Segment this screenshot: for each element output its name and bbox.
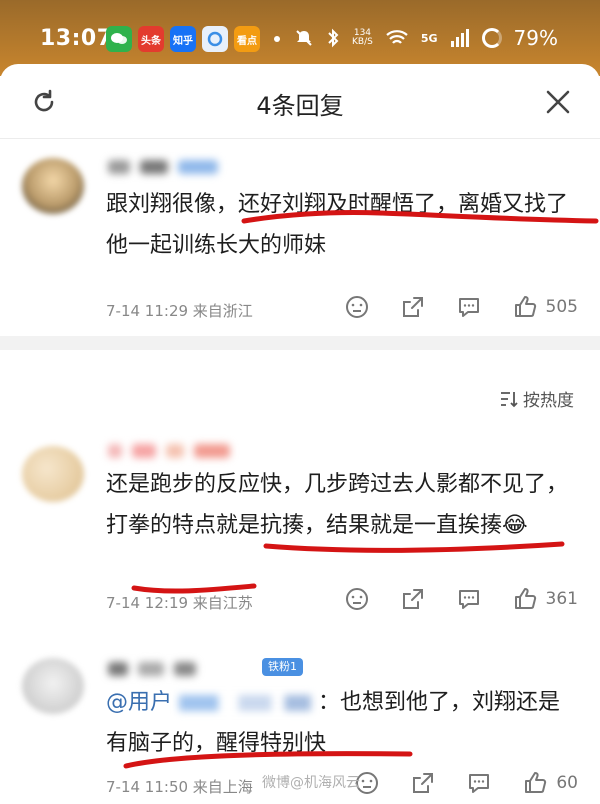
comment-item: 跟刘翔很像，还好刘翔及时醒悟了，离婚又找了他一起训练长大的师妹 7-14 11:… (0, 138, 600, 338)
comment-date: 7-14 11:50 来自上海 (106, 778, 253, 796)
like-icon[interactable] (512, 294, 538, 320)
fan-badge: 铁粉1 (262, 658, 303, 676)
wifi-icon (386, 30, 408, 44)
replies-sheet: 4条回复 跟刘翔很像，还好刘翔及时醒悟了，离婚又找了他一起训练长大的师妹 7-1… (0, 64, 600, 800)
sheet-title: 4条回复 (256, 92, 344, 120)
status-time: 13:07 (40, 26, 113, 51)
like-count: 361 (545, 589, 578, 609)
more-notifications-dot (274, 36, 280, 42)
comment-meta: 7-14 11:29 来自浙江 505 (106, 294, 578, 324)
sort-label: 按热度 (523, 391, 574, 411)
username-blurred[interactable] (108, 658, 196, 680)
avatar[interactable] (22, 158, 84, 214)
comment-text: @用户 ：也想到他了，刘翔还是有脑子的，醒得特别快 (106, 682, 576, 764)
share-icon[interactable] (400, 586, 426, 612)
close-icon[interactable] (544, 88, 572, 116)
emoji-icon[interactable] (344, 294, 370, 320)
comment-icon[interactable] (456, 294, 482, 320)
comment-text: 跟刘翔很像，还好刘翔及时醒悟了，离婚又找了他一起训练长大的师妹 (106, 192, 569, 258)
comment-date: 7-14 11:29 来自浙江 (106, 302, 253, 320)
toutiao-app-icon: 头条 (138, 26, 164, 52)
network-speed: 134 KB/S (352, 28, 373, 47)
blurred-mention-name (179, 695, 312, 711)
username-blurred[interactable] (108, 440, 230, 462)
mention-link[interactable]: @用户 (106, 690, 172, 715)
reply-text: ：也想到他了，刘翔还是有脑子的，醒得特别快 (106, 690, 561, 756)
watermark: 微博@机海风云 (262, 775, 360, 791)
emoji-icon[interactable] (344, 586, 370, 612)
like-icon[interactable] (512, 586, 538, 612)
battery-level: 79% (513, 26, 558, 50)
comment-date: 7-14 12:19 来自江苏 (106, 594, 253, 612)
sort-by-hot-button[interactable]: 按热度 (499, 386, 574, 411)
avatar[interactable] (22, 658, 84, 714)
like-count: 505 (545, 297, 578, 317)
avatar[interactable] (22, 446, 84, 502)
section-divider (0, 336, 600, 350)
share-icon[interactable] (400, 294, 426, 320)
signal-type: 5G (420, 31, 438, 45)
username-blurred[interactable] (108, 156, 218, 178)
comment-text: 还是跑步的反应快，几步跨过去人影都不见了，打拳的特点就是抗揍，结果就是一直挨揍😂 (106, 472, 569, 538)
news-app-icon: 看点 (234, 26, 260, 52)
comment-meta: 7-14 12:19 来自江苏 361 (106, 586, 578, 616)
mute-icon (296, 30, 312, 46)
zhihu-app-icon: 知乎 (170, 26, 196, 52)
bluetooth-icon (328, 28, 339, 48)
battery-icon (481, 28, 502, 48)
like-icon[interactable] (522, 770, 548, 796)
status-indicators: 134 KB/S 5G 79% (294, 26, 558, 50)
comment-item: 还是跑步的反应快，几步跨过去人影都不见了，打拳的特点就是抗揍，结果就是一直挨揍😂… (0, 434, 600, 634)
wechat-app-icon (106, 26, 132, 52)
share-icon[interactable] (410, 770, 436, 796)
notification-app-icons: 头条 知乎 看点 (106, 26, 280, 52)
comment-icon[interactable] (466, 770, 492, 796)
sort-icon (501, 391, 518, 407)
sheet-header: 4条回复 (0, 64, 600, 139)
browser-app-icon (202, 26, 228, 52)
signal-bars-icon (450, 29, 469, 47)
comment-icon[interactable] (456, 586, 482, 612)
like-count: 60 (556, 773, 578, 793)
